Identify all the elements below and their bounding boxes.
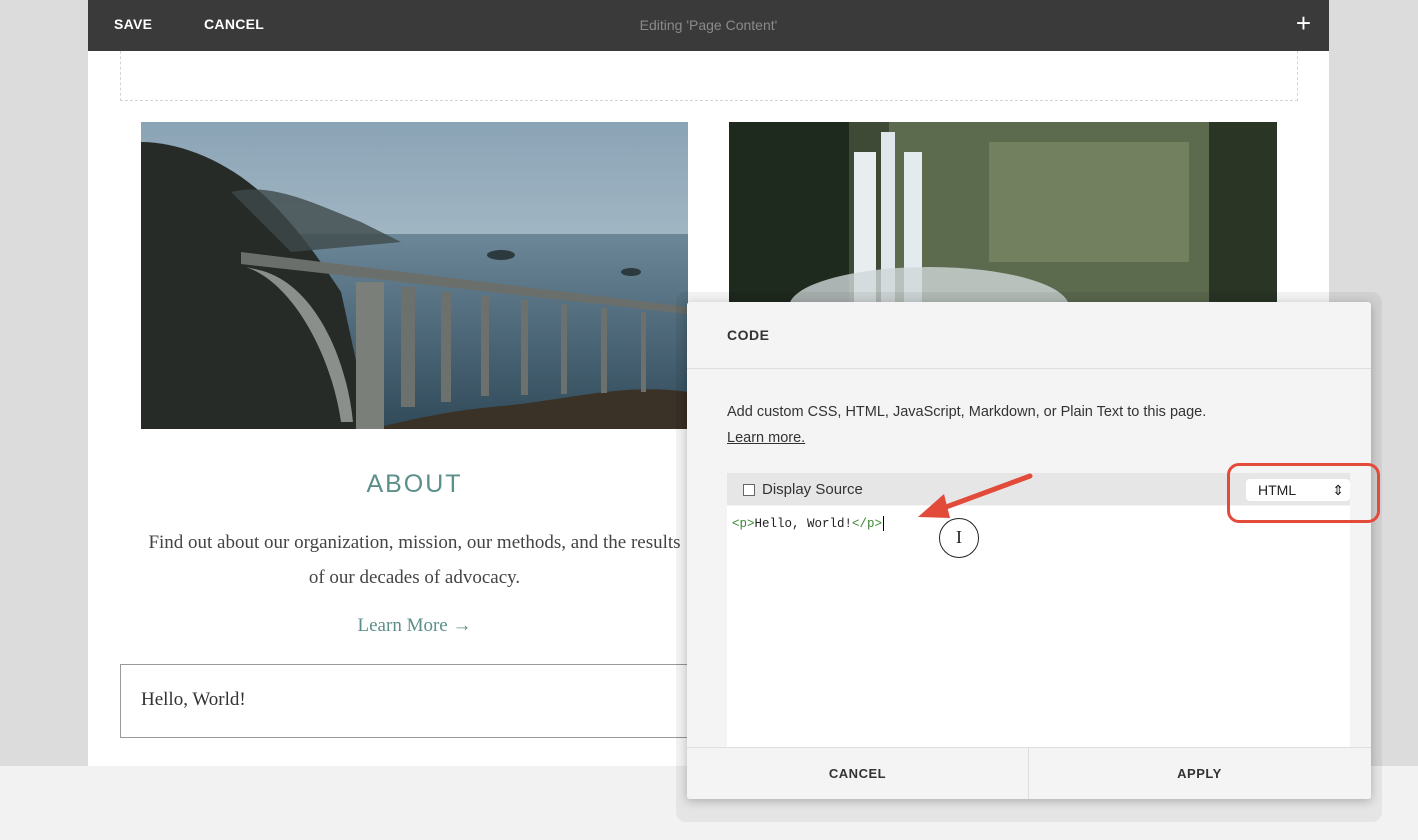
dialog-cancel-button[interactable]: CANCEL bbox=[687, 748, 1028, 799]
code-open-tag: <p> bbox=[732, 516, 755, 531]
dialog-footer: CANCEL APPLY bbox=[687, 747, 1371, 799]
highlight-circle bbox=[1227, 463, 1380, 523]
bridge-image bbox=[141, 122, 688, 429]
code-block-preview[interactable]: Hello, World! bbox=[120, 664, 742, 738]
code-text: Hello, World! bbox=[754, 516, 853, 531]
editing-title: Editing 'Page Content' bbox=[639, 17, 778, 33]
learn-more-link[interactable]: Learn More → bbox=[141, 615, 688, 637]
dialog-header: CODE bbox=[687, 302, 1371, 369]
code-block-text: Hello, World! bbox=[141, 689, 246, 710]
dialog-title: CODE bbox=[727, 327, 770, 343]
content-block-placeholder[interactable] bbox=[120, 51, 1298, 101]
code-dialog: CODE Add custom CSS, HTML, JavaScript, M… bbox=[687, 302, 1371, 799]
code-line: <p>Hello, World!</p> bbox=[732, 516, 885, 531]
dialog-description: Add custom CSS, HTML, JavaScript, Markdo… bbox=[727, 399, 1327, 451]
text-cursor-icon: I bbox=[939, 518, 979, 558]
text-caret bbox=[883, 516, 885, 531]
about-heading: ABOUT bbox=[366, 470, 463, 498]
code-editor[interactable]: <p>Hello, World!</p> bbox=[727, 506, 1350, 747]
editor-toolbar: SAVE CANCEL Editing 'Page Content' + bbox=[88, 0, 1329, 51]
learn-more-dialog-link[interactable]: Learn more. bbox=[727, 430, 805, 446]
display-source-checkbox[interactable] bbox=[743, 484, 755, 496]
dialog-apply-button[interactable]: APPLY bbox=[1029, 748, 1370, 799]
display-source-label: Display Source bbox=[762, 481, 863, 498]
plus-icon[interactable]: + bbox=[1296, 10, 1311, 36]
code-close-tag: </p> bbox=[852, 516, 883, 531]
about-description: Find out about our organization, mission… bbox=[148, 532, 681, 588]
annotation-arrow-icon bbox=[918, 473, 1033, 518]
description-text: Add custom CSS, HTML, JavaScript, Markdo… bbox=[727, 404, 1207, 420]
